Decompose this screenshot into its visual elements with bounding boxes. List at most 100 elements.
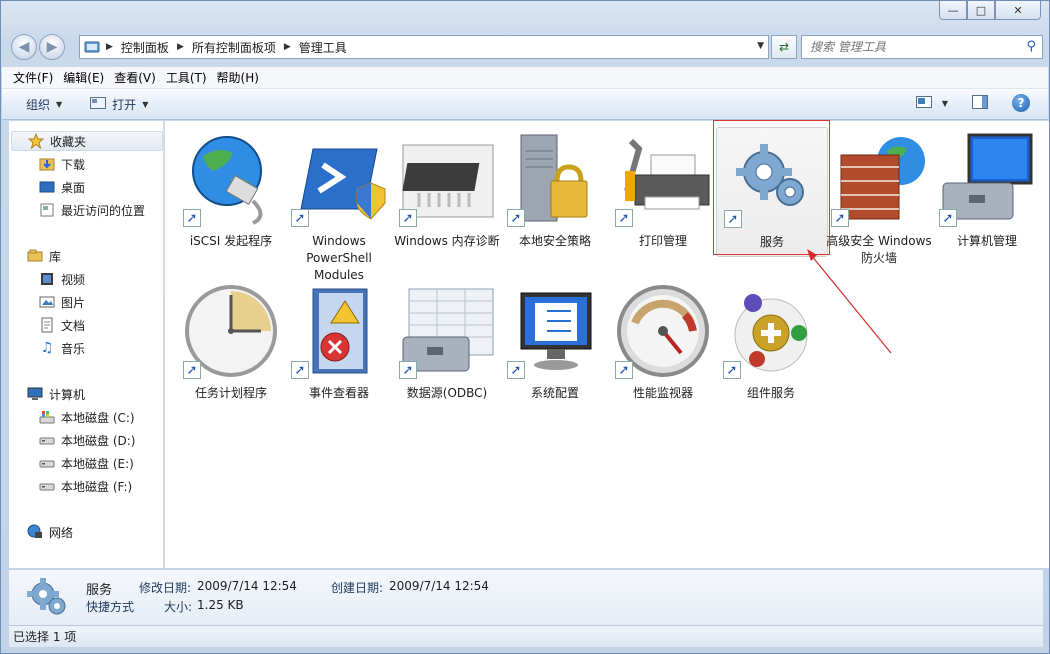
chevron-down-icon: ▼ <box>56 99 63 109</box>
powershell-icon: ➚ <box>291 131 387 227</box>
open-button[interactable]: 打开 ▼ <box>72 96 158 113</box>
size-value: 1.25 KB <box>197 598 244 612</box>
open-icon <box>90 96 107 112</box>
nav-videos[interactable]: 视频 <box>9 269 85 289</box>
item-label: 事件查看器 <box>308 386 369 400</box>
database-toolbox-icon: ➚ <box>399 283 495 379</box>
item-memory-diagnostic[interactable]: ➚ Windows 内存诊断 <box>391 127 503 257</box>
item-label: 组件服务 <box>746 386 795 400</box>
breadcrumb-separator-icon[interactable]: ▶ <box>175 42 186 52</box>
organize-button[interactable]: 组织 ▼ <box>2 96 72 113</box>
item-performance-monitor[interactable]: ➚ 性能监视器 <box>607 279 719 409</box>
shortcut-arrow-icon: ➚ <box>507 209 525 227</box>
nav-label: 收藏夹 <box>50 134 87 149</box>
help-button[interactable]: ? <box>1012 94 1030 112</box>
shortcut-arrow-icon: ➚ <box>723 361 741 379</box>
item-powershell[interactable]: ➚ Windows PowerShell Modules <box>283 127 395 282</box>
details-type: 快捷方式 <box>86 600 135 614</box>
command-bar-right: ▼ ? <box>915 94 1030 112</box>
search-input[interactable] <box>802 36 1012 58</box>
computer-icon <box>27 386 43 402</box>
preview-pane-button[interactable] <box>972 94 988 112</box>
nav-favorites[interactable]: 收藏夹 <box>11 131 163 151</box>
nav-network[interactable]: 网络 <box>9 522 73 542</box>
nav-disk-f[interactable]: 本地磁盘 (F:) <box>9 476 132 496</box>
nav-disk-e[interactable]: 本地磁盘 (E:) <box>9 453 134 473</box>
forward-button[interactable]: ▶ <box>39 34 65 60</box>
music-icon: ♫ <box>40 340 54 356</box>
navigation-pane: 收藏夹 下载 桌面 最近访问的位置 库 视频 图片 文档 ♫ 音乐 计算机 本地… <box>9 121 164 568</box>
nav-label: 库 <box>49 249 62 264</box>
menu-bar: 文件(F) 编辑(E) 查看(V) 工具(T) 帮助(H) <box>2 67 1048 89</box>
shortcut-arrow-icon: ➚ <box>183 361 201 379</box>
address-bar[interactable]: ▶ 控制面板 ▶ 所有控制面板项 ▶ 管理工具 ▼ <box>79 35 769 59</box>
back-button[interactable]: ◀ <box>11 34 37 60</box>
search-box[interactable]: ⚲ <box>801 35 1043 59</box>
nav-disk-d[interactable]: 本地磁盘 (D:) <box>9 430 135 450</box>
status-bar: 已选择 1 项 <box>9 625 1043 647</box>
address-dropdown-icon[interactable]: ▼ <box>757 41 764 51</box>
nav-label: 最近访问的位置 <box>61 203 146 218</box>
item-label: 任务计划程序 <box>194 386 267 400</box>
annotation-arrow <box>807 249 892 354</box>
item-label: 打印管理 <box>638 234 687 248</box>
change-view-button[interactable]: ▼ <box>915 95 948 111</box>
item-firewall[interactable]: ➚ 高级安全 Windows 防火墙 <box>823 127 935 265</box>
menu-tools[interactable]: 工具(T) <box>161 69 212 86</box>
shortcut-arrow-icon: ➚ <box>183 209 201 227</box>
details-pane: 服务 快捷方式 修改日期: 2009/7/14 12:54 大小: 1.25 K… <box>9 569 1043 625</box>
details-gears-icon <box>23 574 71 625</box>
downloads-folder-icon <box>39 156 55 172</box>
item-event-viewer[interactable]: ➚ 事件查看器 <box>283 279 395 409</box>
maximize-button[interactable]: □ <box>967 1 995 20</box>
breadcrumb-separator-icon[interactable]: ▶ <box>104 42 115 52</box>
menu-help[interactable]: 帮助(H) <box>212 69 264 86</box>
item-label: 性能监视器 <box>632 386 693 400</box>
printer-icon: ➚ <box>615 131 711 227</box>
shortcut-arrow-icon: ➚ <box>291 361 309 379</box>
library-icon <box>27 248 43 264</box>
minimize-button[interactable]: — <box>939 1 967 20</box>
nav-desktop[interactable]: 桌面 <box>9 177 85 197</box>
nav-pictures[interactable]: 图片 <box>9 292 85 312</box>
item-odbc[interactable]: ➚ 数据源(ODBC) <box>391 279 503 409</box>
item-computer-management[interactable]: ➚ 计算机管理 <box>931 127 1043 257</box>
item-label: iSCSI 发起程序 <box>189 234 273 248</box>
event-log-icon: ➚ <box>291 283 387 379</box>
close-button[interactable]: ✕ <box>995 1 1041 20</box>
breadcrumb-control-panel[interactable]: 控制面板 <box>115 36 175 58</box>
nav-recent[interactable]: 最近访问的位置 <box>9 200 145 220</box>
nav-label: 下载 <box>61 157 86 172</box>
computer-toolbox-icon: ➚ <box>939 131 1035 227</box>
caption-buttons: — □ ✕ <box>939 1 1041 20</box>
breadcrumb-separator-icon[interactable]: ▶ <box>282 42 293 52</box>
breadcrumb-all-items[interactable]: 所有控制面板项 <box>186 36 282 58</box>
nav-computer[interactable]: 计算机 <box>9 384 85 404</box>
breadcrumb-admin-tools[interactable]: 管理工具 <box>293 36 353 58</box>
menu-view[interactable]: 查看(V) <box>109 69 161 86</box>
menu-file[interactable]: 文件(F) <box>8 69 58 86</box>
item-local-security-policy[interactable]: ➚ 本地安全策略 <box>499 127 611 257</box>
server-lock-icon: ➚ <box>507 131 603 227</box>
refresh-button[interactable]: ⇄ <box>771 35 797 59</box>
item-system-configuration[interactable]: ➚ 系统配置 <box>499 279 611 409</box>
shortcut-arrow-icon: ➚ <box>291 209 309 227</box>
item-iscsi[interactable]: ➚ iSCSI 发起程序 <box>175 127 287 257</box>
nav-disk-c[interactable]: 本地磁盘 (C:) <box>9 407 135 427</box>
back-arrow-icon: ◀ <box>18 39 30 55</box>
item-print-management[interactable]: ➚ 打印管理 <box>607 127 719 257</box>
nav-music[interactable]: ♫ 音乐 <box>9 338 85 358</box>
modified-label: 修改日期: <box>139 581 192 595</box>
refresh-icon: ⇄ <box>778 40 790 54</box>
nav-documents[interactable]: 文档 <box>9 315 85 335</box>
menu-edit[interactable]: 编辑(E) <box>58 69 109 86</box>
drive-icon <box>39 455 55 471</box>
recent-places-icon <box>39 202 55 218</box>
memory-chip-icon: ➚ <box>399 131 495 227</box>
search-icon[interactable]: ⚲ <box>1026 39 1036 54</box>
created-label: 创建日期: <box>331 581 384 595</box>
item-label: 本地安全策略 <box>518 234 591 248</box>
item-task-scheduler[interactable]: ➚ 任务计划程序 <box>175 279 287 409</box>
nav-libraries[interactable]: 库 <box>9 246 61 266</box>
nav-downloads[interactable]: 下载 <box>9 154 85 174</box>
